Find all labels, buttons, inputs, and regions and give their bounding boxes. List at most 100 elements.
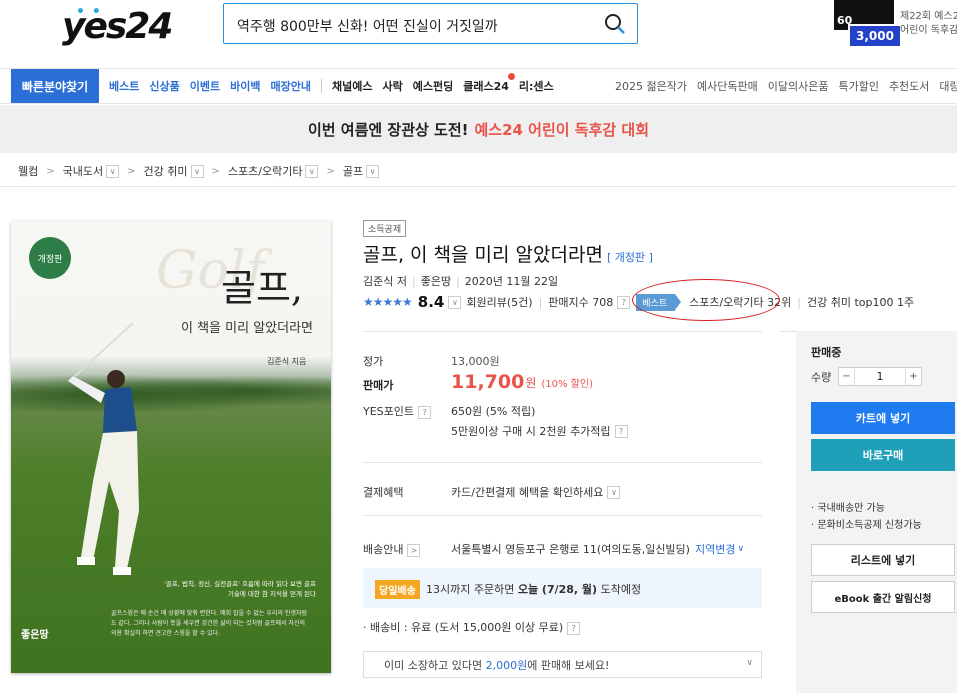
nav-channel[interactable]: 채널예스 <box>332 78 372 94</box>
delivery-label-text: 배송안내 <box>363 543 404 556</box>
breadcrumb-domestic[interactable]: 국내도서 ∨ <box>62 163 120 179</box>
buyback-pre: 이미 소장하고 있다면 <box>384 658 483 672</box>
nav-sarak[interactable]: 사락 <box>382 78 402 94</box>
sales-index: 판매지수 708 <box>548 296 614 309</box>
banner-highlight: 예스24 어린이 독후감 대회 <box>474 120 650 139</box>
buyback-amount: 2,000원 <box>485 658 528 672</box>
chevron-down-icon[interactable]: ∨ <box>190 164 204 178</box>
same-day-pre: 13시까지 주문하면 <box>426 583 515 596</box>
chevron-right-icon: > <box>127 165 136 177</box>
same-day-post: 도착예정 <box>600 583 642 596</box>
publish-date: 2020년 11월 22일 <box>464 275 559 288</box>
nav-right-1[interactable]: 예사단독판매 <box>697 78 758 94</box>
search-box[interactable]: 역주행 800만부 신화! 어떤 진실이 거짓일까 <box>223 3 638 44</box>
cover-subtitle: 이 책을 미리 알았더라면 <box>181 321 313 336</box>
shipping-fee-text: · 배송비 : 유료 (도서 15,000원 이상 무료) <box>363 621 564 634</box>
nav-buyback[interactable]: 바이백 <box>230 78 260 94</box>
header-ad[interactable]: 60 3,000 제22회 예스24 어린이 독후감 <box>832 0 957 56</box>
nav-funding[interactable]: 예스펀딩 <box>413 78 453 94</box>
search-input[interactable]: 역주행 800만부 신화! 어떤 진실이 거짓일까 <box>237 16 498 36</box>
publisher-link[interactable]: 좋은땅 <box>421 275 451 288</box>
delivery-label: 배송안내 > <box>363 541 421 557</box>
nav-right-3[interactable]: 특가할인 <box>838 78 878 94</box>
points-extra-text: 5만원이상 구매 시 2천원 추가적립 <box>451 425 611 438</box>
sale-status: 판매중 <box>811 346 842 359</box>
cover-edition-badge: 개정판 <box>29 237 71 279</box>
nav-event[interactable]: 이벤트 <box>190 78 220 94</box>
chevron-right-icon[interactable]: > <box>407 544 421 557</box>
minus-icon[interactable]: − <box>839 368 855 385</box>
chevron-down-icon[interactable]: ∨ <box>366 164 380 178</box>
breadcrumb-label: 국내도서 <box>62 165 104 178</box>
payment-benefit[interactable]: 카드/간편결제 혜택을 확인하세요 ∨ <box>451 484 625 500</box>
event-banner[interactable]: 이번 여름엔 장관상 도전! 예스24 어린이 독후감 대회 <box>0 105 957 153</box>
nav-new[interactable]: 신상품 <box>149 78 179 94</box>
help-icon[interactable]: ? <box>617 295 631 309</box>
chevron-down-icon[interactable]: ∨ <box>106 164 120 178</box>
points-label-text: YES포인트 <box>363 405 415 418</box>
sale-price-value: 11,700 <box>451 371 525 393</box>
breadcrumb-welcome[interactable]: 웰컴 <box>18 163 38 179</box>
same-day-text: 13시까지 주문하면 오늘 (7/28, 월) 도착예정 <box>426 581 641 597</box>
list-price-label: 정가 <box>363 355 384 368</box>
chevron-down-icon[interactable]: ∨ <box>746 658 753 668</box>
ebook-alert-button[interactable]: eBook 출간 알림신청 <box>811 581 955 613</box>
purchase-panel: 판매중 수량 − 1 + 카트에 넣기 바로구매 · 국내배송만 가능 · 문화… <box>796 331 957 693</box>
author-link[interactable]: 김준식 저 <box>363 275 407 288</box>
book-cover[interactable]: 개정판 Golf 골프, 이 책을 미리 알았더라면 김준식 지음 '골프, 법… <box>11 221 331 673</box>
chevron-down-icon: ∨ <box>737 544 745 554</box>
logo-dots: • • <box>76 4 102 20</box>
top100-link[interactable]: 건강 취미 top100 1주 <box>807 294 914 310</box>
chevron-down-icon[interactable]: ∨ <box>448 295 462 309</box>
nav-divider <box>320 79 322 93</box>
nav-right-5[interactable]: 대량/기 <box>939 78 957 94</box>
meta-divider: | <box>538 295 543 309</box>
nav-right-0[interactable]: 2025 젊은작가 <box>615 78 687 94</box>
search-icon[interactable] <box>603 12 627 36</box>
help-icon[interactable]: ? <box>567 622 581 635</box>
chevron-down-icon[interactable]: ∨ <box>607 485 621 499</box>
payment-label: 결제혜택 <box>363 486 404 499</box>
quick-category-button[interactable]: 빠른분야찾기 <box>11 69 99 103</box>
golfer-illustration <box>68 322 139 575</box>
quantity-input[interactable]: 1 <box>855 368 905 385</box>
breadcrumb-label: 웰컴 <box>18 165 39 178</box>
edition-link[interactable]: [ 개정판 ] <box>607 251 653 264</box>
shipping-fee: · 배송비 : 유료 (도서 15,000원 이상 무료)? <box>363 619 581 635</box>
breadcrumb: 웰컴 > 국내도서 ∨ > 건강 취미 ∨ > 스포츠/오락기타 ∨ > 골프 ∨ <box>18 160 380 182</box>
points-label: YES포인트? <box>363 403 432 419</box>
nav-right-2[interactable]: 이달의사은품 <box>768 78 829 94</box>
yes24-logo[interactable]: • • yes24 <box>62 4 173 47</box>
rating-score: 8.4 <box>417 293 445 311</box>
buyback-bar[interactable]: 이미 소장하고 있다면 2,000원 에 판매해 보세요! ∨ <box>363 651 762 678</box>
breadcrumb-health[interactable]: 건강 취미 ∨ <box>144 163 204 179</box>
tax-deduction-tag: 소득공제 <box>363 220 407 237</box>
product-title: 골프, 이 책을 미리 알았더라면 [ 개정판 ] <box>363 240 653 267</box>
highlight-circle-annotation <box>632 279 780 321</box>
review-link[interactable]: 회원리뷰(5건) <box>466 294 532 310</box>
breadcrumb-sports[interactable]: 스포츠/오락기타 ∨ <box>228 163 319 179</box>
delivery-address-text: 서울특별시 영등포구 은행로 11(여의도동,일신빌딩) <box>451 543 690 556</box>
help-icon[interactable]: ? <box>418 406 432 419</box>
nav-class24[interactable]: 클래스24 <box>463 73 515 94</box>
add-to-cart-button[interactable]: 카트에 넣기 <box>811 402 955 434</box>
add-to-list-button[interactable]: 리스트에 넣기 <box>811 544 955 576</box>
help-icon[interactable]: ? <box>614 424 628 438</box>
nav-right-4[interactable]: 추천도서 <box>889 78 929 94</box>
plus-icon[interactable]: + <box>905 368 921 385</box>
sale-price-label: 판매가 <box>363 379 394 392</box>
meta-divider: | <box>456 275 460 288</box>
sale-price: 11,700 원 (10% 할인) <box>451 371 593 393</box>
breadcrumb-divider <box>0 186 957 187</box>
breadcrumb-golf[interactable]: 골프 ∨ <box>343 163 380 179</box>
nav-store[interactable]: 매장안내 <box>271 78 311 94</box>
buyback-post: 에 판매해 보세요! <box>527 658 610 672</box>
payment-benefit-text: 카드/간편결제 혜택을 확인하세요 <box>451 486 604 499</box>
buy-now-button[interactable]: 바로구매 <box>811 439 955 471</box>
points-extra: 5만원이상 구매 시 2천원 추가적립? <box>451 423 628 439</box>
nav-best[interactable]: 베스트 <box>109 78 139 94</box>
region-change-link[interactable]: 지역변경 <box>695 541 735 557</box>
nav-license[interactable]: 리:센스 <box>519 78 554 94</box>
chevron-down-icon[interactable]: ∨ <box>305 164 319 178</box>
ad-line2: 어린이 독후감 <box>900 25 957 36</box>
